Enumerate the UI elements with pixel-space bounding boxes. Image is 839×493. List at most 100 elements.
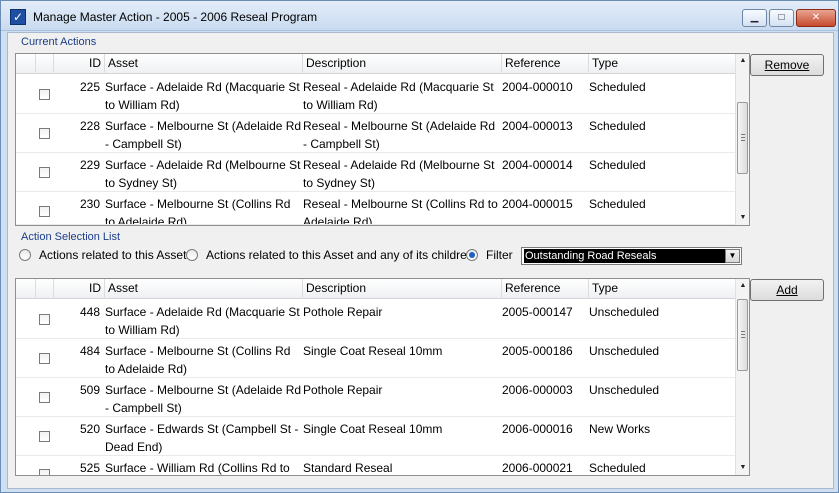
cell-asset: Surface - Melbourne St (Adelaide Rd - Ca… <box>105 383 302 415</box>
table-row[interactable]: 448 Surface - Adelaide Rd (Macquarie St … <box>16 300 736 339</box>
header-type[interactable]: Type <box>589 279 736 299</box>
row-checkbox[interactable] <box>39 431 50 442</box>
title-bar[interactable]: ✓ Manage Master Action - 2005 - 2006 Res… <box>1 1 838 31</box>
header-description[interactable]: Description <box>303 279 502 299</box>
radio-filter-label[interactable]: Filter <box>486 248 513 262</box>
grip-line <box>741 137 745 138</box>
scroll-up-icon[interactable]: ▲ <box>736 279 749 293</box>
row-checkbox[interactable] <box>39 469 50 475</box>
client-area: Current Actions ID Asset Description Ref… <box>7 32 834 489</box>
cell-description: Single Coat Reseal 10mm <box>303 422 443 436</box>
action-selection-list-label: Action Selection List <box>21 231 121 243</box>
current-actions-scrollbar[interactable]: ▲ ▼ <box>735 54 749 225</box>
header-reference[interactable]: Reference <box>502 54 589 74</box>
add-button-label: Add <box>776 283 798 297</box>
header-id[interactable]: ID <box>54 54 105 74</box>
row-checkbox[interactable] <box>39 206 50 217</box>
grid-header: ID Asset Description Reference Type <box>16 54 736 74</box>
table-row[interactable]: 509 Surface - Melbourne St (Adelaide Rd … <box>16 378 736 417</box>
cell-description: Reseal - Melbourne St (Collins Rd to Ade… <box>303 197 498 225</box>
cell-asset: Surface - Melbourne St (Collins Rd to Ad… <box>105 197 291 225</box>
cell-type: Unscheduled <box>589 383 660 397</box>
table-row[interactable]: 228 Surface - Melbourne St (Adelaide Rd … <box>16 114 736 153</box>
row-checkbox[interactable] <box>39 89 50 100</box>
row-checkbox[interactable] <box>39 167 50 178</box>
cell-type: Scheduled <box>589 158 646 172</box>
app-check-icon: ✓ <box>10 9 26 25</box>
grid-header: ID Asset Description Reference Type <box>16 279 736 299</box>
cell-asset: Surface - Adelaide Rd (Macquarie St to W… <box>105 80 300 112</box>
row-checkbox[interactable] <box>39 314 50 325</box>
add-button[interactable]: Add <box>750 279 824 301</box>
table-row[interactable]: 229 Surface - Adelaide Rd (Melbourne St … <box>16 153 736 192</box>
action-selection-grid[interactable]: ID Asset Description Reference Type 448 … <box>15 278 750 476</box>
radio-filter[interactable] <box>466 249 478 261</box>
header-id[interactable]: ID <box>54 279 105 299</box>
header-description[interactable]: Description <box>303 54 502 74</box>
cell-reference: 2004-000015 <box>502 197 573 211</box>
row-checkbox[interactable] <box>39 353 50 364</box>
cell-type: Unscheduled <box>589 305 660 319</box>
scroll-up-icon[interactable]: ▲ <box>736 54 749 68</box>
cell-asset: Surface - Melbourne St (Adelaide Rd - Ca… <box>105 119 302 151</box>
grip-line <box>741 331 745 332</box>
table-row[interactable]: 230 Surface - Melbourne St (Collins Rd t… <box>16 192 736 225</box>
cell-description: Single Coat Reseal 10mm <box>303 344 443 358</box>
grip-line <box>741 337 745 338</box>
cell-asset: Surface - Edwards St (Campbell St - Dead… <box>105 422 299 454</box>
remove-button[interactable]: Remove <box>750 54 824 76</box>
scroll-down-icon[interactable]: ▼ <box>736 461 749 475</box>
scroll-thumb[interactable] <box>737 299 748 371</box>
header-type[interactable]: Type <box>589 54 736 74</box>
header-asset[interactable]: Asset <box>105 54 303 74</box>
cell-asset: Surface - Adelaide Rd (Melbourne St to S… <box>105 158 301 190</box>
header-select <box>16 279 36 299</box>
table-row[interactable]: 520 Surface - Edwards St (Campbell St - … <box>16 417 736 456</box>
cell-type: New Works <box>589 422 651 436</box>
cell-id: 525 <box>79 461 100 475</box>
cell-id: 229 <box>79 158 100 172</box>
action-selection-scrollbar[interactable]: ▲ ▼ <box>735 279 749 475</box>
current-actions-label: Current Actions <box>21 36 97 48</box>
cell-id: 228 <box>79 119 100 133</box>
radio-asset[interactable] <box>19 249 31 261</box>
cell-type: Scheduled <box>589 197 646 211</box>
cell-reference: 2004-000013 <box>502 119 573 133</box>
cell-description: Pothole Repair <box>303 305 383 319</box>
current-actions-grid[interactable]: ID Asset Description Reference Type 225 … <box>15 53 750 226</box>
cell-reference: 2006-000016 <box>502 422 573 436</box>
cell-type: Scheduled <box>589 461 646 475</box>
cell-reference: 2006-000003 <box>502 383 573 397</box>
chevron-down-icon[interactable]: ▼ <box>725 249 740 263</box>
minimize-button[interactable]: ▁ <box>742 9 767 27</box>
header-select <box>16 54 36 74</box>
cell-id: 509 <box>79 383 100 397</box>
cell-type: Scheduled <box>589 119 646 133</box>
cell-description: Pothole Repair <box>303 383 383 397</box>
row-checkbox[interactable] <box>39 128 50 139</box>
table-row[interactable]: 484 Surface - Melbourne St (Collins Rd t… <box>16 339 736 378</box>
radio-asset-children-label[interactable]: Actions related to this Asset and any of… <box>206 248 473 262</box>
cell-id: 230 <box>79 197 100 211</box>
filter-select[interactable]: Outstanding Road Reseals ▼ <box>521 247 742 265</box>
header-check <box>36 54 54 74</box>
cell-reference: 2004-000014 <box>502 158 573 172</box>
radio-asset-children[interactable] <box>186 249 198 261</box>
grip-line <box>741 140 745 141</box>
header-reference[interactable]: Reference <box>502 279 589 299</box>
cell-id: 484 <box>79 344 100 358</box>
scroll-thumb[interactable] <box>737 102 748 174</box>
cell-description: Reseal - Adelaide Rd (Macquarie St to Wi… <box>303 80 494 112</box>
row-checkbox[interactable] <box>39 392 50 403</box>
table-row[interactable]: 525 Surface - William Rd (Collins Rd to … <box>16 456 736 475</box>
close-button[interactable]: ✕ <box>796 9 836 27</box>
radio-asset-label[interactable]: Actions related to this Asset <box>39 248 186 262</box>
table-row[interactable]: 225 Surface - Adelaide Rd (Macquarie St … <box>16 75 736 114</box>
remove-button-label: Remove <box>764 58 810 72</box>
header-asset[interactable]: Asset <box>105 279 303 299</box>
cell-asset: Surface - Melbourne St (Collins Rd to Ad… <box>105 344 291 376</box>
cell-description: Reseal - Adelaide Rd (Melbourne St to Sy… <box>303 158 495 190</box>
scroll-down-icon[interactable]: ▼ <box>736 211 749 225</box>
filter-selected-value: Outstanding Road Reseals <box>524 249 725 263</box>
maximize-button[interactable]: □ <box>769 9 794 27</box>
